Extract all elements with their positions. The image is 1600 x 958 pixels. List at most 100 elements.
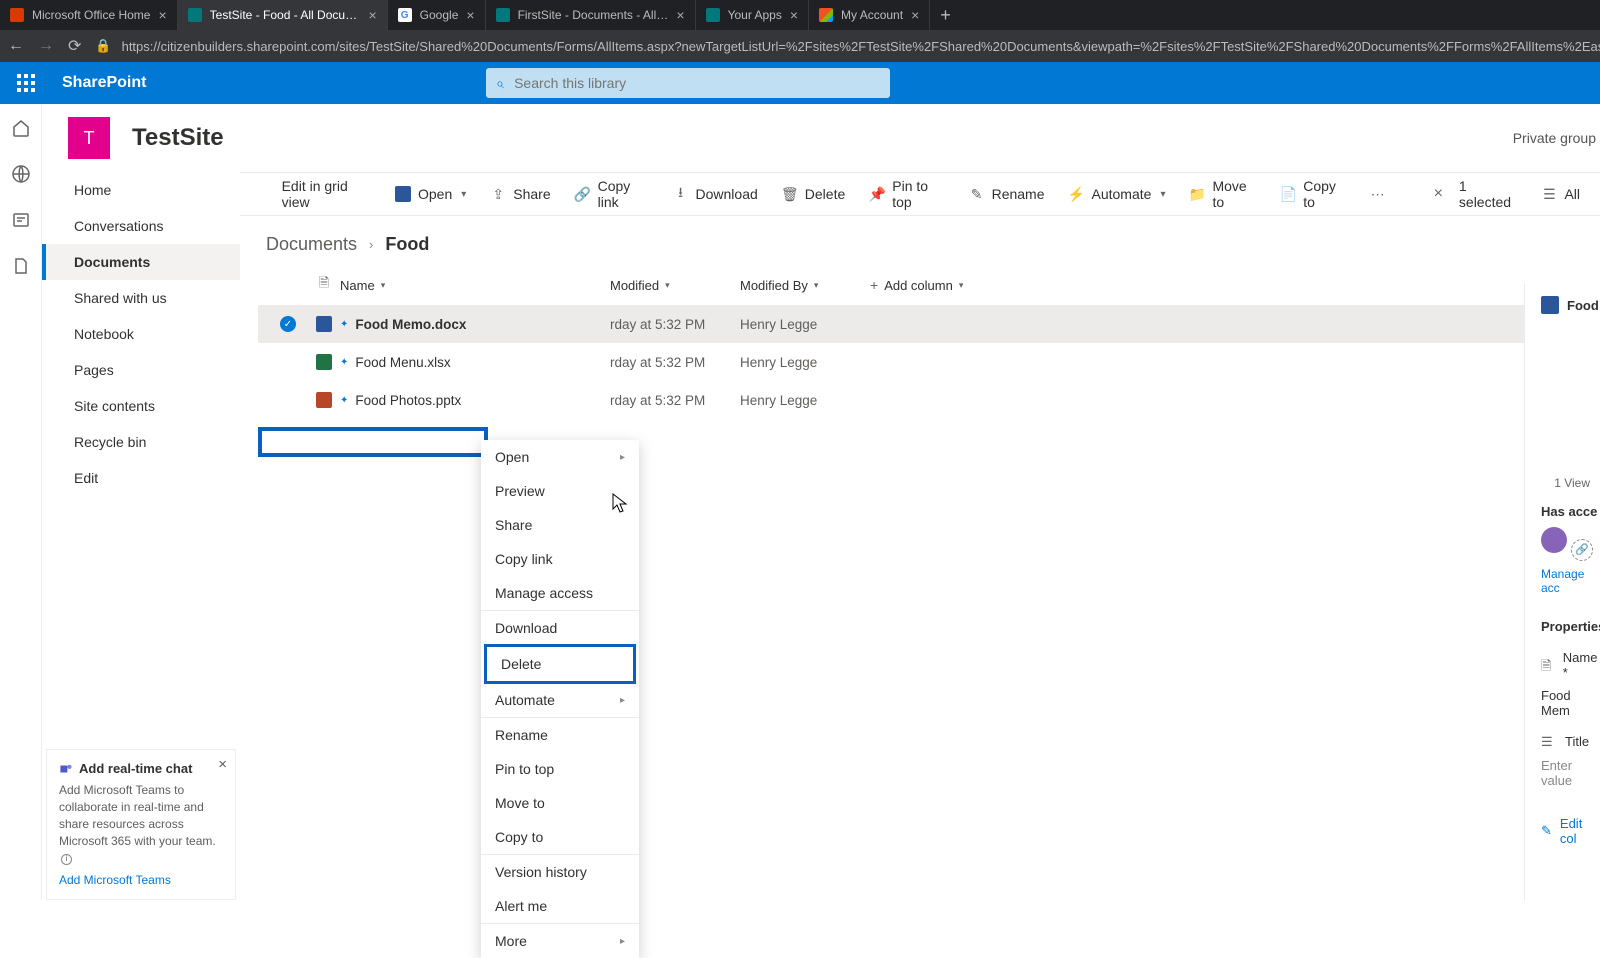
ctx-version-history[interactable]: Version history bbox=[481, 855, 639, 889]
forward-icon[interactable]: → bbox=[38, 37, 54, 55]
ctx-download[interactable]: Download bbox=[481, 611, 639, 645]
close-icon[interactable]: × bbox=[466, 7, 474, 23]
more-button[interactable]: ⋯ bbox=[1370, 186, 1386, 202]
open-button[interactable]: Open▾ bbox=[395, 186, 466, 202]
nav-site-contents[interactable]: Site contents bbox=[42, 388, 240, 424]
table-row[interactable]: ✦Food Menu.xlsx rday at 5:32 PM Henry Le… bbox=[258, 343, 1582, 381]
news-icon[interactable] bbox=[11, 210, 31, 230]
browser-tab[interactable]: Microsoft Office Home × bbox=[0, 0, 178, 30]
ctx-more[interactable]: More▸ bbox=[481, 924, 639, 958]
browser-tab[interactable]: My Account × bbox=[809, 0, 930, 30]
new-tab-button[interactable]: + bbox=[930, 5, 961, 26]
ctx-preview[interactable]: Preview bbox=[481, 474, 639, 508]
browser-tab[interactable]: Your Apps × bbox=[696, 0, 809, 30]
promo-title: Add real-time chat bbox=[59, 760, 223, 778]
reload-icon[interactable]: ⟳ bbox=[68, 36, 81, 56]
browser-tab[interactable]: FirstSite - Documents - All Docum × bbox=[486, 0, 696, 30]
modified-by-cell[interactable]: Henry Legge bbox=[740, 393, 870, 408]
ctx-open[interactable]: Open▸ bbox=[481, 440, 639, 474]
nav-documents[interactable]: Documents bbox=[42, 244, 240, 280]
pin-button[interactable]: 📌Pin to top bbox=[869, 178, 944, 210]
modified-by-cell[interactable]: Henry Legge bbox=[740, 317, 870, 332]
name-value[interactable]: Food Mem bbox=[1541, 688, 1600, 718]
avatar[interactable] bbox=[1541, 527, 1567, 553]
modified-by-cell[interactable]: Henry Legge bbox=[740, 355, 870, 370]
link-icon[interactable]: 🔗 bbox=[1571, 539, 1593, 561]
chevron-down-icon: ▾ bbox=[381, 280, 386, 291]
download-button[interactable]: ⭳Download bbox=[673, 186, 758, 202]
file-name[interactable]: Food Menu.xlsx bbox=[355, 355, 450, 370]
modified-by-header[interactable]: Modified By▾ bbox=[740, 278, 870, 293]
nav-edit[interactable]: Edit bbox=[42, 460, 240, 496]
globe-icon[interactable] bbox=[11, 164, 31, 184]
breadcrumb-root[interactable]: Documents bbox=[266, 234, 357, 255]
delete-button[interactable]: 🗑Delete bbox=[782, 186, 845, 202]
manage-access-link[interactable]: Manage acc bbox=[1541, 567, 1600, 595]
ctx-delete[interactable]: Delete bbox=[484, 644, 636, 684]
back-icon[interactable]: ← bbox=[8, 37, 24, 55]
table-row[interactable]: ✓ ✦Food Memo.docx rday at 5:32 PM Henry … bbox=[258, 305, 1582, 343]
file-name[interactable]: Food Memo.docx bbox=[355, 317, 466, 332]
title-placeholder[interactable]: Enter value bbox=[1541, 758, 1600, 788]
ctx-pin[interactable]: Pin to top bbox=[481, 752, 639, 786]
site-logo[interactable]: T bbox=[68, 117, 110, 159]
new-indicator-icon: ✦ bbox=[340, 395, 348, 406]
close-icon[interactable]: × bbox=[911, 7, 919, 23]
ctx-copy-link[interactable]: Copy link bbox=[481, 542, 639, 576]
ctx-share[interactable]: Share bbox=[481, 508, 639, 542]
close-icon[interactable]: × bbox=[218, 754, 227, 775]
name-header[interactable]: Name▾ bbox=[340, 278, 610, 293]
move-button[interactable]: 📁Move to bbox=[1189, 178, 1256, 210]
rename-button[interactable]: ✎Rename bbox=[969, 186, 1045, 202]
row-checkbox[interactable]: ✓ bbox=[268, 316, 308, 332]
browser-tab[interactable]: G Google × bbox=[388, 0, 486, 30]
file-type-header[interactable]: 🗎 bbox=[308, 274, 340, 296]
ctx-move[interactable]: Move to bbox=[481, 786, 639, 820]
search-input[interactable] bbox=[514, 75, 880, 91]
url-field[interactable]: 🔒 https://citizenbuilders.sharepoint.com… bbox=[95, 38, 1600, 54]
edit-columns-link[interactable]: ✎Edit col bbox=[1541, 816, 1600, 846]
address-bar: ← → ⟳ 🔒 https://citizenbuilders.sharepoi… bbox=[0, 30, 1600, 62]
app-launcher-icon[interactable] bbox=[10, 67, 42, 99]
ctx-rename[interactable]: Rename bbox=[481, 718, 639, 752]
nav-pages[interactable]: Pages bbox=[42, 352, 240, 388]
close-icon[interactable]: × bbox=[676, 7, 684, 23]
nav-conversations[interactable]: Conversations bbox=[42, 208, 240, 244]
nav-home[interactable]: Home bbox=[42, 172, 240, 208]
close-icon[interactable]: × bbox=[158, 7, 166, 23]
clear-selection-icon[interactable]: × bbox=[1434, 185, 1443, 203]
info-icon[interactable]: i bbox=[61, 854, 72, 865]
close-icon[interactable]: × bbox=[790, 7, 798, 23]
ctx-copy[interactable]: Copy to bbox=[481, 820, 639, 854]
nav-shared[interactable]: Shared with us bbox=[42, 280, 240, 316]
home-icon[interactable] bbox=[11, 118, 31, 138]
copy-button[interactable]: 📄Copy to bbox=[1280, 178, 1345, 210]
tab-title: Microsoft Office Home bbox=[32, 8, 150, 22]
automate-button[interactable]: ⚡Automate▾ bbox=[1069, 186, 1166, 202]
ctx-alert-me[interactable]: Alert me bbox=[481, 889, 639, 923]
favicon bbox=[188, 8, 202, 22]
tab-title: FirstSite - Documents - All Docum bbox=[518, 8, 669, 22]
ctx-manage-access[interactable]: Manage access bbox=[481, 576, 639, 610]
pin-icon: 📌 bbox=[869, 186, 885, 202]
url-text: https://citizenbuilders.sharepoint.com/s… bbox=[122, 39, 1600, 54]
modified-header[interactable]: Modified▾ bbox=[610, 278, 740, 293]
ctx-automate[interactable]: Automate▸ bbox=[481, 683, 639, 717]
nav-notebook[interactable]: Notebook bbox=[42, 316, 240, 352]
file-name[interactable]: Food Photos.pptx bbox=[355, 393, 461, 408]
share-button[interactable]: ⇪Share bbox=[490, 186, 550, 202]
edit-grid-button[interactable]: Edit in grid view bbox=[260, 178, 371, 210]
add-column-button[interactable]: +Add column▾ bbox=[870, 277, 963, 293]
brand-label[interactable]: SharePoint bbox=[62, 74, 146, 92]
nav-recycle[interactable]: Recycle bin bbox=[42, 424, 240, 460]
close-icon[interactable]: × bbox=[368, 7, 376, 23]
promo-link[interactable]: Add Microsoft Teams bbox=[59, 872, 223, 889]
view-selector[interactable]: ☰All bbox=[1541, 186, 1580, 202]
search-box[interactable]: ⌕ bbox=[486, 68, 890, 98]
table-row[interactable]: ✦Food Photos.pptx rday at 5:32 PM Henry … bbox=[258, 381, 1582, 419]
more-icon: ⋯ bbox=[1370, 186, 1386, 202]
files-icon[interactable] bbox=[11, 256, 31, 276]
browser-tab[interactable]: TestSite - Food - All Documents × bbox=[178, 0, 388, 30]
copy-link-button[interactable]: 🔗Copy link bbox=[575, 178, 649, 210]
site-title[interactable]: TestSite bbox=[132, 124, 224, 152]
